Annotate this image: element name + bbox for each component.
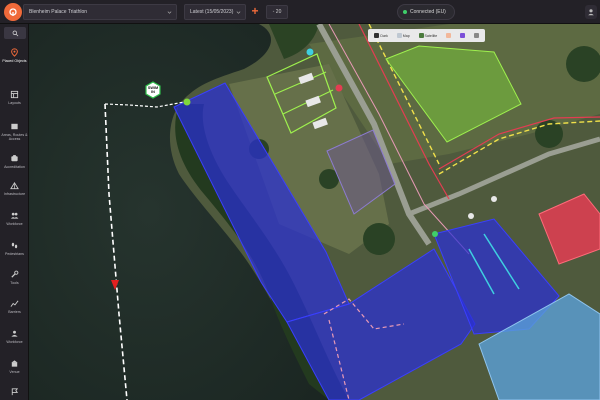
connection-status-text: Connected (EU) <box>410 9 446 15</box>
basemap-option-5[interactable] <box>459 33 465 38</box>
footsteps-icon <box>11 242 18 249</box>
connection-status-badge: Connected (EU) <box>397 4 455 20</box>
search-icon <box>12 30 18 36</box>
people-icon <box>11 330 18 337</box>
project-select-value: Blenheim Palace Triathlon <box>29 9 88 15</box>
satellite-map[interactable] <box>29 24 600 400</box>
sidebar-item-barriers[interactable]: Barriers <box>0 296 29 328</box>
tent-icon <box>10 181 19 190</box>
sidebar-item-label: Accreditation <box>4 165 25 169</box>
marker-dot[interactable] <box>468 213 474 219</box>
sidebar: Placed Objects Layouts Areas, Routes & A… <box>0 24 29 400</box>
user-menu-button[interactable] <box>585 5 597 19</box>
basemap-option-6[interactable] <box>473 33 479 38</box>
marker-dot[interactable] <box>432 231 438 237</box>
swatch-icon <box>459 33 465 38</box>
sidebar-item-placed-objects[interactable]: Placed Objects <box>0 45 29 77</box>
sidebar-item-label: Placed Objects <box>2 59 27 63</box>
swim-in-label: SWIM IN <box>147 86 159 94</box>
sidebar-item-pedestrians[interactable]: Pedestrians <box>0 238 29 270</box>
marker-dot[interactable] <box>183 98 191 106</box>
sidebar-item-label: Venue <box>9 370 20 374</box>
sidebar-item-layouts[interactable]: Layouts <box>0 87 29 119</box>
basemap-selector: Dark Map Satellite <box>368 29 485 42</box>
sidebar-item-workforce-2[interactable]: Workforce <box>0 326 29 358</box>
logo-icon <box>9 8 17 16</box>
user-icon <box>588 9 594 16</box>
dark-swatch-icon <box>374 33 380 38</box>
swatch-icon <box>446 33 452 38</box>
basemap-satellite-button[interactable]: Satellite <box>418 33 438 38</box>
top-bar: Blenheim Palace Triathlon Latest (15/05/… <box>0 0 600 24</box>
project-select[interactable]: Blenheim Palace Triathlon <box>23 4 177 20</box>
sidebar-item-label: Tools <box>10 281 19 285</box>
zoom-level-value: ◦ 20 <box>272 9 282 15</box>
basemap-label: Map <box>402 33 410 38</box>
status-dot-icon <box>403 10 407 14</box>
sidebar-item-label: Barriers <box>8 310 21 314</box>
basemap-label: Satellite <box>424 33 438 38</box>
chevron-down-icon <box>236 11 241 14</box>
basemap-dark-button[interactable]: Dark <box>374 33 388 38</box>
zoom-level-field[interactable]: ◦ 20 <box>266 5 288 19</box>
people-icon <box>10 212 19 219</box>
layout-icon <box>10 90 19 99</box>
map-canvas[interactable]: Dark Map Satellite SWIM IN <box>29 24 600 400</box>
sidebar-item-label: Layouts <box>8 101 21 105</box>
marker-dot[interactable] <box>491 196 497 202</box>
basemap-map-button[interactable]: Map <box>396 33 410 38</box>
sidebar-item-tools[interactable]: Tools <box>0 267 29 299</box>
sidebar-item-label: Pedestrians <box>5 252 24 256</box>
date-select-value: Latest (15/05/2023) <box>190 9 234 15</box>
sidebar-search-button[interactable] <box>4 27 26 39</box>
venue-icon <box>11 360 18 367</box>
map-swatch-icon <box>396 33 402 38</box>
badge-icon <box>11 155 18 162</box>
marker-dot[interactable] <box>306 48 314 56</box>
sidebar-item-label: Workforce <box>6 222 23 226</box>
sidebar-item-label: Infrastructure <box>3 192 26 196</box>
zoom-number: 20 <box>275 9 282 15</box>
route-icon <box>11 123 18 130</box>
basemap-option-4[interactable] <box>446 33 452 38</box>
chart-icon <box>10 300 19 307</box>
app-logo[interactable] <box>4 3 22 21</box>
sidebar-item-label: Areas, Routes & Access <box>1 133 28 142</box>
tree-cluster <box>363 223 395 255</box>
sidebar-item-label: Workforce <box>6 340 23 344</box>
tools-icon <box>11 270 19 278</box>
sidebar-item-areas-routes[interactable]: Areas, Routes & Access <box>0 119 29 151</box>
satellite-swatch-icon <box>418 33 424 38</box>
swim-in-marker[interactable]: SWIM IN <box>144 81 162 99</box>
sidebar-item-workforce[interactable]: Workforce <box>0 208 29 240</box>
chevron-down-icon <box>167 11 172 14</box>
add-button[interactable]: + <box>249 5 261 19</box>
sidebar-item-infrastructure[interactable]: Infrastructure <box>0 178 29 210</box>
marker-dot[interactable] <box>335 84 343 92</box>
date-select[interactable]: Latest (15/05/2023) <box>184 4 246 20</box>
sidebar-item-more[interactable] <box>0 384 29 400</box>
pin-icon <box>11 48 18 57</box>
basemap-label: Dark <box>380 33 388 38</box>
swatch-icon <box>473 33 479 38</box>
flag-icon <box>11 388 19 396</box>
